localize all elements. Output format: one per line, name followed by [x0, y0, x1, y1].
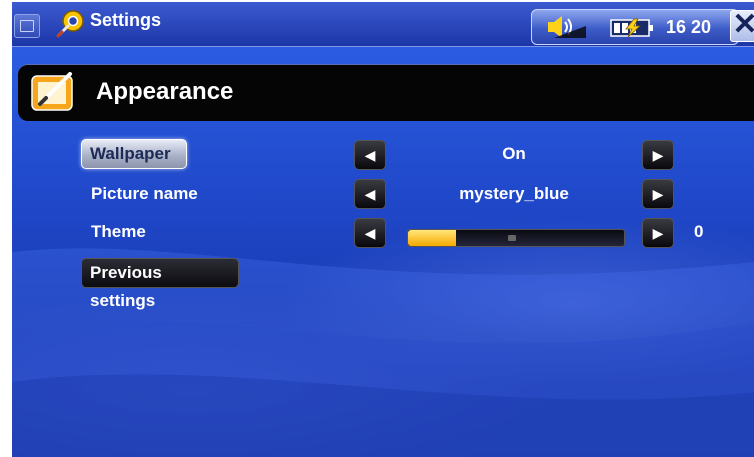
device-screen: Settings 16 20 ✕ Appearance Wallpaper ◀ …: [12, 2, 754, 457]
clock: 16 20: [666, 17, 712, 37]
theme-slider[interactable]: [407, 229, 625, 247]
status-indicators: 16 20: [531, 9, 739, 45]
theme-slider-fill: [408, 230, 456, 246]
arrow-left-icon[interactable]: ◀: [354, 140, 386, 170]
arrow-right-icon[interactable]: ▶: [642, 218, 674, 248]
page-title: Appearance: [96, 78, 234, 105]
arrow-right-icon[interactable]: ▶: [642, 140, 674, 170]
theme-value: 0: [694, 222, 704, 241]
app-square-icon[interactable]: [14, 14, 40, 38]
section-header: Appearance: [18, 64, 754, 121]
battery-charging-icon: [610, 18, 653, 38]
wallpaper-row-label[interactable]: Wallpaper: [81, 139, 187, 169]
volume-icon[interactable]: [544, 14, 588, 40]
appearance-brush-icon: [31, 72, 73, 111]
picture-name-label[interactable]: Picture name: [91, 184, 198, 204]
arrow-left-icon[interactable]: ◀: [354, 179, 386, 209]
arrow-right-icon[interactable]: ▶: [642, 179, 674, 209]
close-button[interactable]: ✕: [730, 10, 754, 42]
window-title: Settings: [90, 10, 162, 30]
theme-label[interactable]: Theme: [91, 222, 146, 242]
theme-slider-thumb[interactable]: [508, 235, 516, 241]
arrow-left-icon[interactable]: ◀: [354, 218, 386, 248]
previous-settings-button[interactable]: Previous settings: [81, 258, 239, 310]
settings-gear-icon: [56, 10, 84, 38]
picture-name-value: mystery_blue: [459, 184, 569, 203]
wallpaper-value: On: [502, 144, 526, 163]
status-bar: Settings 16 20 ✕: [12, 2, 754, 47]
